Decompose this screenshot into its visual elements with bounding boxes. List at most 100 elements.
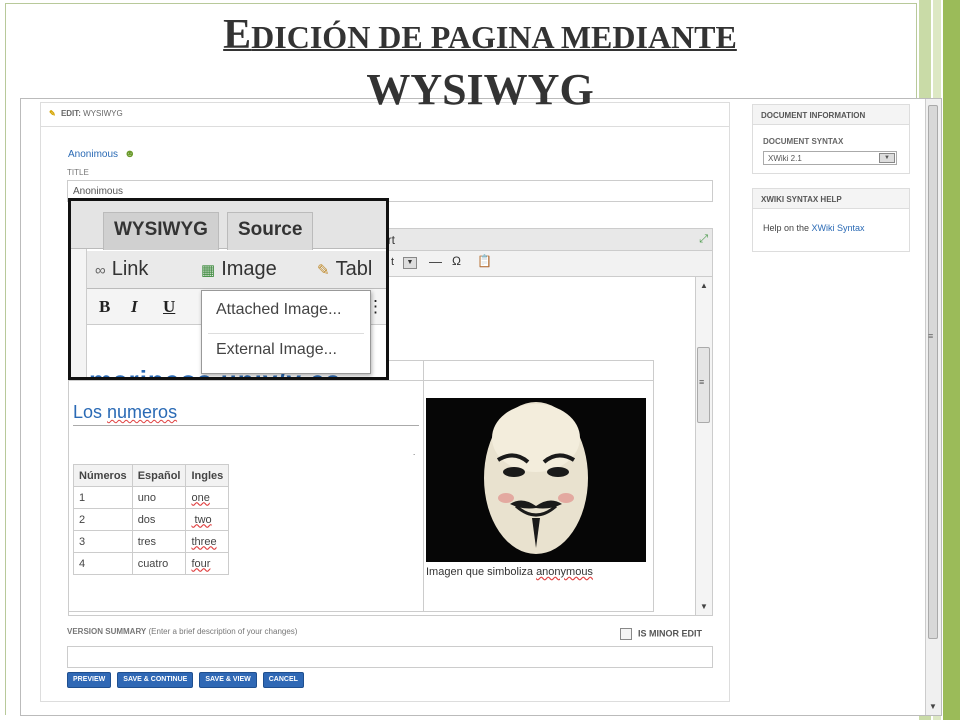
table-row: 1 uno one <box>73 486 230 509</box>
inset-left-edge <box>71 249 87 377</box>
preview-button[interactable]: PREVIEW <box>67 672 112 688</box>
editor-scrollbar[interactable]: ▲ ≡ ▼ <box>695 277 712 615</box>
italic-button[interactable]: I <box>131 297 138 317</box>
version-summary-label: VERSION SUMMARY (Enter a brief descripti… <box>67 627 297 636</box>
fullscreen-icon[interactable]: ⤢ <box>699 233 708 246</box>
underline-button[interactable]: U <box>163 297 175 317</box>
menu-item-external-image[interactable]: External Image... <box>216 341 337 359</box>
image-dropdown-menu: Attached Image... External Image... <box>201 290 371 374</box>
numbers-table[interactable]: Números Español Ingles 1 uno one 2 dos t… <box>73 464 230 575</box>
version-summary-input[interactable] <box>67 646 713 668</box>
panel-title: XWIKI SYNTAX HELP <box>753 189 909 209</box>
table-cell[interactable]: 3 <box>73 530 133 553</box>
table-row: 4 cuatro four <box>73 552 230 575</box>
table-cell[interactable]: 2 <box>73 508 133 531</box>
syntax-help-panel: XWIKI SYNTAX HELP Help on the XWiki Synt… <box>752 188 910 252</box>
heading-text-misspelled: numeros <box>107 402 178 422</box>
chevron-down-icon[interactable]: ▼ <box>879 153 895 163</box>
save-continue-button[interactable]: SAVE & CONTINUE <box>117 672 194 688</box>
table-cell[interactable]: 1 <box>73 486 133 509</box>
menu-label: Link <box>111 258 149 280</box>
heading-rule <box>73 425 419 426</box>
title-initial: E <box>223 12 252 58</box>
cancel-button[interactable]: CANCEL <box>262 672 304 688</box>
syntax-label: DOCUMENT SYNTAX <box>763 137 844 146</box>
table-cell[interactable]: two <box>185 508 230 531</box>
image-icon: ▦ <box>201 262 216 279</box>
paste-icon[interactable]: 📋 <box>477 254 492 268</box>
table-cell[interactable]: uno <box>131 486 187 509</box>
table-cell[interactable]: one <box>185 486 230 509</box>
column-header: Ingles <box>185 464 230 487</box>
table-cell[interactable]: four <box>185 552 230 575</box>
zoom-inset: WYSIWYG Source ∞ Link ▦ Image ✎ Tabl B I U … <box>68 198 389 380</box>
table-cell[interactable]: dos <box>131 508 187 531</box>
menu-image[interactable]: ▦ Image <box>201 258 277 281</box>
table-row: 3 tres three <box>73 530 230 553</box>
inset-tabbar: WYSIWYG Source <box>71 201 386 250</box>
table-header-row: Números Español Ingles <box>73 464 230 487</box>
column-header: Números <box>73 464 133 487</box>
title-line-2: WYSIWYG <box>366 65 594 114</box>
column-header: Español <box>131 464 187 487</box>
people-icon: ☻ <box>124 148 136 160</box>
syntax-select[interactable]: XWiki 2.1 ▼ <box>763 151 897 165</box>
dot-mark: . <box>413 448 416 457</box>
horizontal-rule-icon[interactable]: — <box>429 254 442 269</box>
syntax-help-link[interactable]: XWiki Syntax <box>812 223 865 233</box>
minor-edit-checkbox[interactable] <box>620 628 632 640</box>
mask-illustration <box>426 398 646 562</box>
menu-table[interactable]: ✎ Tabl <box>317 258 372 281</box>
table-cell[interactable]: three <box>185 530 230 553</box>
cell-text: two <box>191 513 212 526</box>
minor-edit-option[interactable]: IS MINOR EDIT <box>620 628 702 640</box>
scroll-grip-icon: ≡ <box>699 377 705 387</box>
bold-button[interactable]: B <box>99 297 110 317</box>
author[interactable]: Anonimous ☻ <box>68 148 136 160</box>
caption-misspelled: anonymous <box>536 566 593 578</box>
slide-stripe-green <box>943 0 960 720</box>
menu-label: Image <box>221 258 277 280</box>
layout-table-divider <box>423 361 424 611</box>
menu-item-attached-image[interactable]: Attached Image... <box>216 301 341 319</box>
save-view-button[interactable]: SAVE & VIEW <box>199 672 257 688</box>
title-line-1: dición de pagina mediante <box>251 19 737 55</box>
cell-text: three <box>191 535 217 548</box>
vs-label-text: VERSION SUMMARY <box>67 627 147 636</box>
slide-title: Edición de pagina mediante WYSIWYG <box>50 14 910 112</box>
syntax-value: XWiki 2.1 <box>768 154 802 163</box>
anonymous-mask-image[interactable] <box>426 398 646 562</box>
content-heading[interactable]: Los numeros <box>73 402 177 423</box>
caption-text: Imagen que simboliza <box>426 566 537 578</box>
vs-hint: (Enter a brief description of your chang… <box>146 627 298 636</box>
table-cell[interactable]: 4 <box>73 552 133 575</box>
author-name[interactable]: Anonimous <box>68 149 118 160</box>
menu-divider <box>208 333 364 334</box>
menu-label: Tabl <box>335 258 373 280</box>
table-icon: ✎ <box>317 262 330 279</box>
omega-icon[interactable]: Ω <box>452 254 461 268</box>
tab-source[interactable]: Source <box>227 212 314 250</box>
link-icon: ∞ <box>95 262 106 279</box>
table-cell[interactable]: tres <box>131 530 187 553</box>
scroll-grip-icon: ≡ <box>928 331 934 341</box>
scroll-down-icon[interactable]: ▼ <box>700 602 708 611</box>
scroll-down-icon[interactable]: ▼ <box>929 702 937 711</box>
page-scrollbar[interactable]: ≡ ▼ <box>925 99 941 715</box>
action-buttons: PREVIEW SAVE & CONTINUE SAVE & VIEW CANCEL <box>67 672 310 690</box>
chevron-down-icon[interactable]: ▼ <box>403 257 417 269</box>
help-text: Help on the <box>763 223 812 233</box>
heading-text: Los <box>73 402 108 422</box>
menu-link[interactable]: ∞ Link <box>95 258 148 281</box>
scroll-up-icon[interactable]: ▲ <box>700 281 708 290</box>
title-label: TITLE <box>67 168 89 177</box>
page-scroll-thumb[interactable] <box>928 105 938 639</box>
syntax-help-text: Help on the XWiki Syntax <box>763 223 865 233</box>
cell-text: four <box>191 557 211 570</box>
minor-edit-label: IS MINOR EDIT <box>638 628 703 639</box>
table-cell[interactable]: cuatro <box>131 552 187 575</box>
document-information-panel: DOCUMENT INFORMATION DOCUMENT SYNTAX XWi… <box>752 104 910 174</box>
toolbar-fragment: t <box>391 256 395 268</box>
tab-wysiwyg[interactable]: WYSIWYG <box>103 212 219 250</box>
cell-text: one <box>191 491 210 504</box>
